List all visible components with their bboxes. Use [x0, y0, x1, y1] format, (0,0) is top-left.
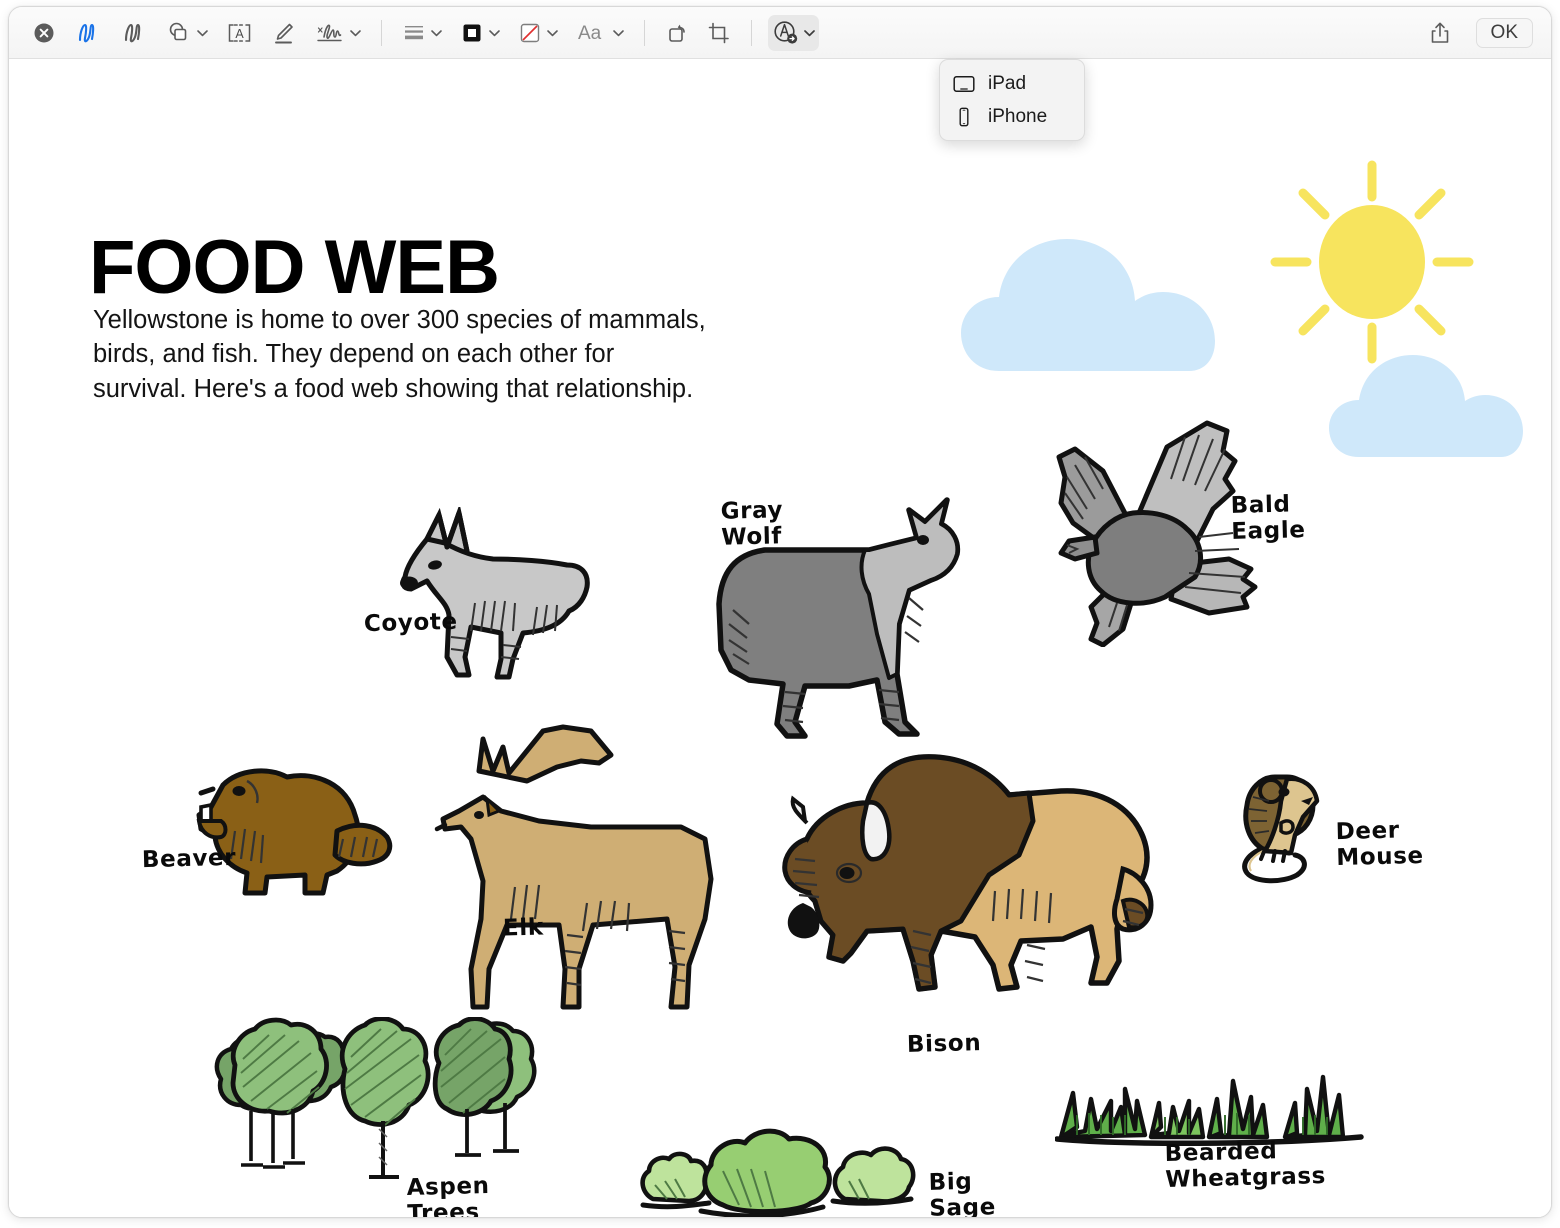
bald-eagle-illustration — [1056, 420, 1258, 647]
font-aa-icon: Aa — [578, 23, 602, 44]
close-circle-icon — [34, 23, 54, 42]
highlight-tool-button[interactable] — [267, 15, 301, 51]
text-box-icon: A — [228, 23, 251, 42]
annotate-device-button[interactable] — [768, 14, 819, 51]
page-body-text: Yellowstone is home to over 300 species … — [93, 305, 706, 403]
font-style-button[interactable]: Aa — [572, 15, 628, 51]
toolbar-divider — [751, 19, 752, 46]
squiggle-gray-icon — [124, 23, 141, 42]
document-canvas[interactable]: FOOD WEB Yellowstone is home to over 300… — [9, 59, 1551, 1217]
bison-illustration — [782, 754, 1154, 992]
stroke-weight-button[interactable] — [398, 15, 446, 51]
draw-tool-button[interactable] — [116, 15, 152, 51]
ipad-icon — [953, 75, 975, 93]
ok-button[interactable]: OK — [1475, 17, 1533, 48]
signature-icon — [317, 24, 342, 41]
close-markup-button[interactable] — [28, 15, 60, 51]
toolbar-divider — [644, 19, 645, 46]
text-tool-button[interactable]: A — [222, 15, 257, 51]
elk-illustration — [434, 724, 714, 1010]
share-icon — [1431, 22, 1448, 43]
label-elk: Elk — [502, 914, 544, 942]
label-big-sage: Big Sage — [928, 1168, 997, 1217]
label-coyote: Coyote — [363, 608, 458, 638]
highlighter-pen-icon — [275, 23, 293, 43]
label-bison: Bison — [906, 1030, 982, 1058]
coyote-illustration — [400, 507, 590, 680]
aspen-trees-illustration — [214, 1017, 537, 1179]
label-aspen-trees: Aspen Trees — [406, 1172, 490, 1217]
rotate-icon — [669, 24, 685, 42]
chevron-down-icon — [197, 29, 208, 36]
svg-text:Aa: Aa — [578, 23, 602, 44]
beaver-illustration — [196, 768, 393, 896]
chevron-down-icon — [804, 29, 815, 36]
label-beaver: Beaver — [141, 844, 237, 874]
shapes-icon — [169, 22, 187, 40]
svg-text:A: A — [235, 27, 244, 41]
chevron-down-icon — [431, 29, 442, 36]
border-color-swatch-icon — [463, 24, 481, 41]
signature-tool-button[interactable] — [311, 15, 365, 51]
fill-color-button[interactable] — [514, 15, 562, 51]
border-color-button[interactable] — [456, 15, 504, 51]
menu-item-iphone[interactable]: iPhone — [940, 100, 1084, 133]
device-dropdown-menu: iPad iPhone — [939, 59, 1085, 141]
label-gray-wolf: Gray Wolf — [720, 497, 784, 551]
cloud-illustration-large — [961, 239, 1215, 371]
chevron-down-icon — [613, 29, 624, 36]
menu-item-iphone-label: iPhone — [988, 105, 1048, 127]
menu-item-ipad[interactable]: iPad — [940, 67, 1084, 100]
markup-toolbar: A Aa OK — [9, 7, 1551, 59]
line-weight-icon — [405, 25, 423, 39]
shapes-tool-button[interactable] — [162, 15, 212, 51]
sketch-tool-button[interactable] — [70, 15, 106, 51]
chevron-down-icon — [350, 29, 361, 36]
fill-color-none-icon — [520, 23, 540, 42]
chevron-down-icon — [547, 29, 558, 36]
markup-window: A Aa OK iPad iPhone FOOD WEB Yellowstone… — [8, 6, 1552, 1218]
label-deer-mouse: Deer Mouse — [1335, 817, 1424, 871]
share-button[interactable] — [1423, 15, 1457, 51]
chevron-down-icon — [489, 29, 500, 36]
menu-item-ipad-label: iPad — [988, 72, 1027, 94]
label-bearded-wheatgrass: Bearded Wheatgrass — [1164, 1138, 1327, 1193]
annotate-device-icon — [774, 21, 798, 44]
big-sage-illustration — [640, 1128, 916, 1217]
label-bald-eagle: Bald Eagle — [1230, 491, 1306, 545]
iphone-icon — [953, 107, 975, 127]
rotate-button[interactable] — [661, 15, 693, 51]
sun-illustration — [1270, 160, 1474, 364]
ok-button-label: OK — [1490, 21, 1518, 43]
page-title: FOOD WEB — [89, 224, 500, 310]
squiggle-blue-icon — [78, 23, 95, 42]
toolbar-divider — [381, 19, 382, 46]
crop-icon — [708, 22, 729, 43]
cloud-illustration-small — [1329, 355, 1523, 457]
crop-button[interactable] — [703, 15, 735, 51]
